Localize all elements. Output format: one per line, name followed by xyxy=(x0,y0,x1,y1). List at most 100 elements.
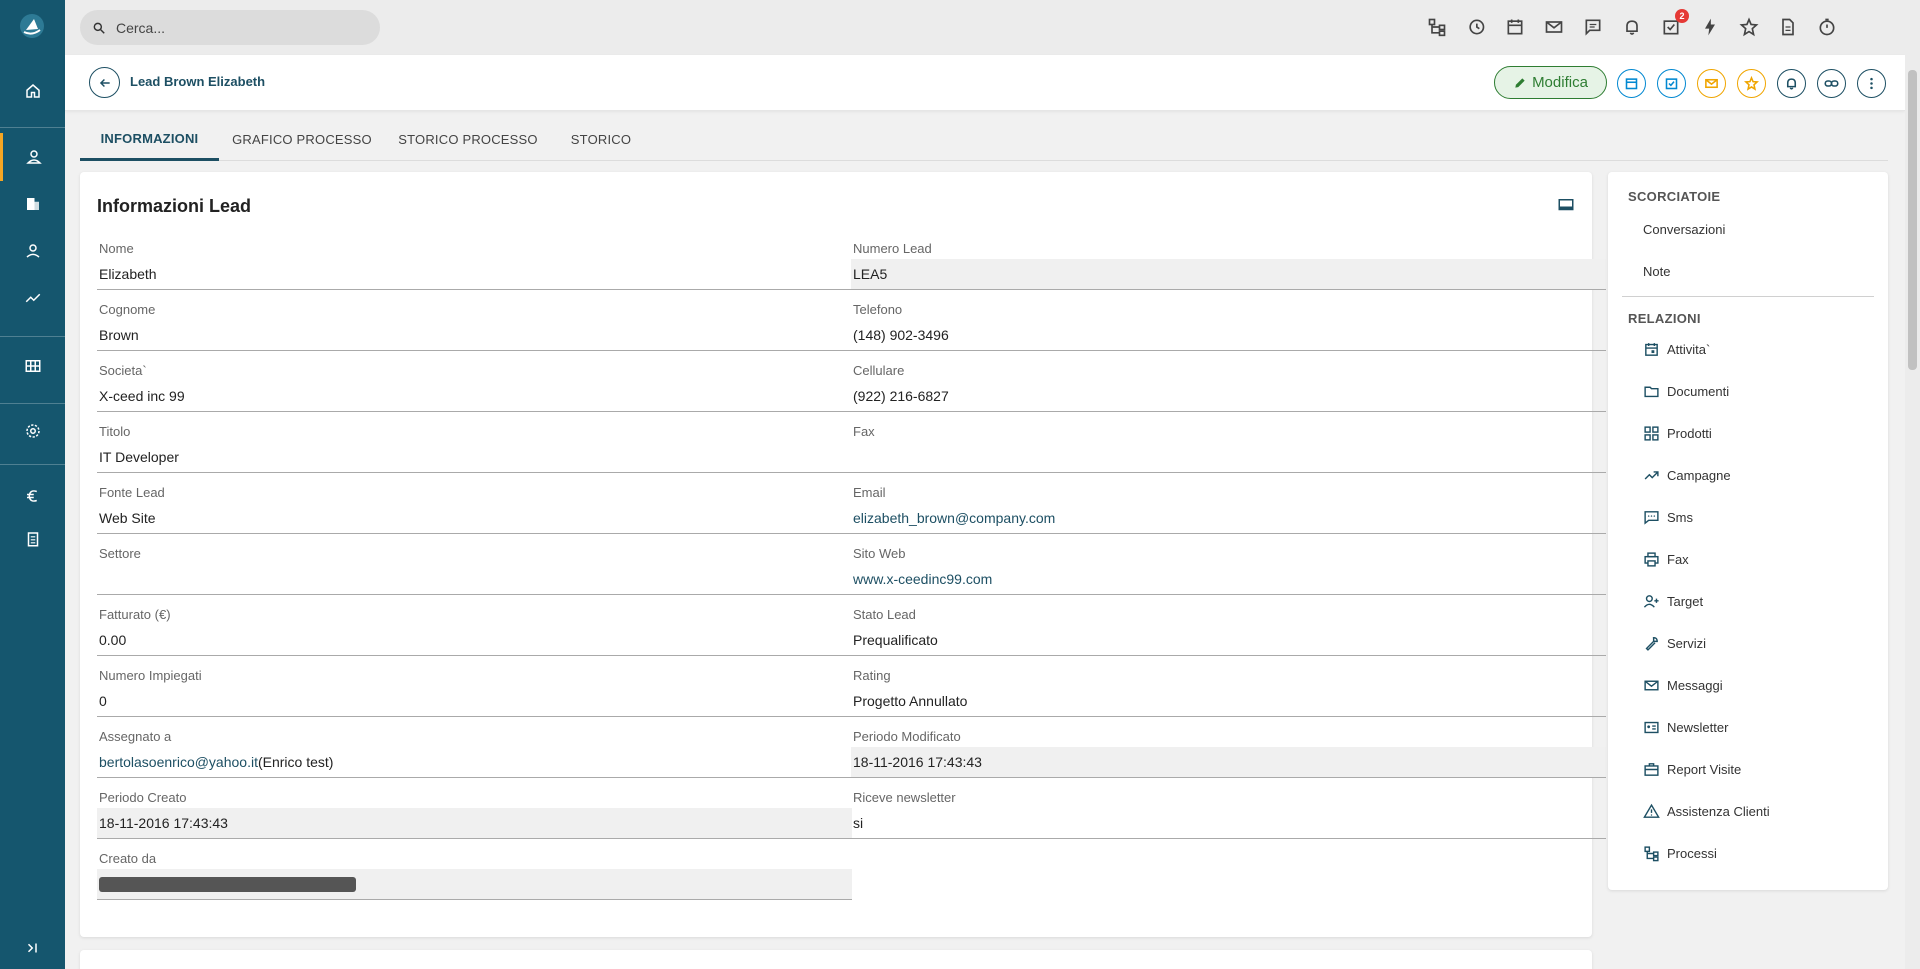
search-input[interactable]: Cerca... xyxy=(116,20,165,36)
field-label: Societa` xyxy=(99,363,147,378)
edit-button-label: Modifica xyxy=(1532,74,1588,91)
wrench-icon xyxy=(1645,636,1658,651)
field-value[interactable]: si xyxy=(851,808,1606,839)
link-button[interactable] xyxy=(1817,69,1846,98)
notification-button[interactable] xyxy=(1777,69,1806,98)
shortcut-conversazioni[interactable]: Conversazioni xyxy=(1643,222,1725,237)
process-icon[interactable] xyxy=(1425,15,1449,39)
tab-storico[interactable]: STORICO xyxy=(551,118,651,161)
relation-report-visite[interactable]: Report Visite xyxy=(1643,758,1741,780)
sidebar-item-leads[interactable] xyxy=(0,133,65,181)
sms-icon xyxy=(1644,510,1659,525)
star-icon[interactable] xyxy=(1737,15,1761,39)
field-value[interactable]: Prequalificato xyxy=(851,625,1606,656)
field-value[interactable]: (148) 902-3496 xyxy=(851,320,1606,351)
field-fax: Fax xyxy=(851,424,1606,479)
tab-storico-processo[interactable]: STORICO PROCESSO xyxy=(385,118,551,161)
field-creato-da: Creato da xyxy=(97,851,852,906)
relation-newsletter[interactable]: Newsletter xyxy=(1643,716,1728,738)
field-fonte-lead: Fonte Lead Web Site xyxy=(97,485,852,540)
field-value[interactable]: bertolasoenrico@yahoo.it (Enrico test) xyxy=(97,747,852,778)
back-button[interactable] xyxy=(89,67,120,98)
edit-button[interactable]: Modifica xyxy=(1494,66,1607,99)
field-nome: Nome Elizabeth xyxy=(97,241,852,296)
sidebar-item-companies[interactable] xyxy=(0,180,65,228)
page-scrollbar[interactable] xyxy=(1905,55,1920,969)
tab-grafico-processo[interactable]: GRAFICO PROCESSO xyxy=(219,118,385,161)
pencil-icon xyxy=(1515,77,1525,88)
mail-icon[interactable] xyxy=(1542,15,1566,39)
scrollbar-thumb[interactable] xyxy=(1908,70,1917,370)
field-value[interactable] xyxy=(97,564,852,595)
field-value[interactable]: X-ceed inc 99 xyxy=(97,381,852,412)
field-label: Cellulare xyxy=(853,363,905,378)
assigned-user-name: (Enrico test) xyxy=(257,754,334,770)
relation-messaggi[interactable]: Messaggi xyxy=(1643,674,1723,696)
search-box[interactable]: Cerca... xyxy=(80,10,380,45)
field-value[interactable]: (922) 216-6827 xyxy=(851,381,1606,412)
monitor-icon[interactable] xyxy=(1557,196,1575,214)
assigned-user-link[interactable]: bertolasoenrico@yahoo.it xyxy=(99,754,258,770)
relation-assistenza-clienti[interactable]: Assistenza Clienti xyxy=(1643,800,1770,822)
field-label: Titolo xyxy=(99,424,131,439)
field-value[interactable]: Progetto Annullato xyxy=(851,686,1606,717)
field-cellulare: Cellulare (922) 216-6827 xyxy=(851,363,1606,418)
chat-icon[interactable] xyxy=(1581,15,1605,39)
field-value[interactable]: Brown xyxy=(97,320,852,351)
add-task-button[interactable] xyxy=(1657,69,1686,98)
euro-icon xyxy=(26,490,37,502)
bolt-icon[interactable] xyxy=(1698,15,1722,39)
field-value[interactable]: www.x-ceedinc99.com xyxy=(851,564,1606,595)
lead-info-card: Informazioni Lead Nome Elizabeth Cognome… xyxy=(80,172,1606,937)
tab-informazioni[interactable]: INFORMAZIONI xyxy=(80,118,219,161)
calendar-icon[interactable] xyxy=(1503,15,1527,39)
document-icon[interactable] xyxy=(1776,15,1800,39)
sidebar-item-contacts[interactable] xyxy=(0,227,65,275)
field-value: LEA5 xyxy=(851,259,1606,290)
shortcuts-heading: SCORCIATOIE xyxy=(1628,189,1721,204)
relation-sms[interactable]: Sms xyxy=(1643,506,1693,528)
field-titolo: Titolo IT Developer xyxy=(97,424,852,479)
panel-divider xyxy=(1622,296,1874,297)
sidebar-item-finance[interactable] xyxy=(0,472,65,520)
relation-documenti[interactable]: Documenti xyxy=(1643,380,1729,402)
add-activity-button[interactable] xyxy=(1617,69,1646,98)
field-cognome: Cognome Brown xyxy=(97,302,852,357)
app-logo[interactable] xyxy=(18,12,46,40)
timer-icon[interactable] xyxy=(1815,15,1839,39)
field-settore: Settore xyxy=(97,546,852,601)
relation-servizi[interactable]: Servizi xyxy=(1643,632,1706,654)
field-value[interactable]: 0 xyxy=(97,686,852,717)
more-button[interactable] xyxy=(1857,69,1886,98)
sidebar-item-home[interactable] xyxy=(0,67,65,115)
field-value[interactable] xyxy=(851,442,1606,473)
relation-attivita[interactable]: Attivita` xyxy=(1643,338,1710,360)
shortcut-note[interactable]: Note xyxy=(1643,264,1670,279)
sidebar-collapse-button[interactable] xyxy=(0,924,65,969)
field-value[interactable]: IT Developer xyxy=(97,442,852,473)
field-value[interactable]: Web Site xyxy=(97,503,852,534)
relation-prodotti[interactable]: Prodotti xyxy=(1643,422,1712,444)
field-value[interactable]: Elizabeth xyxy=(97,259,852,290)
relation-fax[interactable]: Fax xyxy=(1643,548,1689,570)
field-value[interactable]: elizabeth_brown@company.com xyxy=(851,503,1606,534)
target-icon xyxy=(1643,594,1659,608)
sidebar-item-reports[interactable] xyxy=(0,515,65,563)
favorite-button[interactable] xyxy=(1737,69,1766,98)
sidebar-item-opportunities[interactable] xyxy=(0,274,65,322)
relation-label: Assistenza Clienti xyxy=(1667,803,1770,819)
search-icon xyxy=(93,22,105,34)
mail-icon xyxy=(1644,680,1659,690)
field-value[interactable]: 0.00 xyxy=(97,625,852,656)
history-icon[interactable] xyxy=(1464,15,1488,39)
send-email-button[interactable] xyxy=(1697,69,1726,98)
relation-processi[interactable]: Processi xyxy=(1643,842,1717,864)
relation-campagne[interactable]: Campagne xyxy=(1643,464,1731,486)
gear-icon xyxy=(25,424,40,438)
bell-icon[interactable] xyxy=(1620,15,1644,39)
relation-target[interactable]: Target xyxy=(1643,590,1703,612)
sidebar-item-grid[interactable] xyxy=(0,342,65,390)
sidebar-item-settings[interactable] xyxy=(0,407,65,455)
task-icon[interactable]: 2 xyxy=(1659,9,1689,39)
field-value xyxy=(97,869,852,900)
